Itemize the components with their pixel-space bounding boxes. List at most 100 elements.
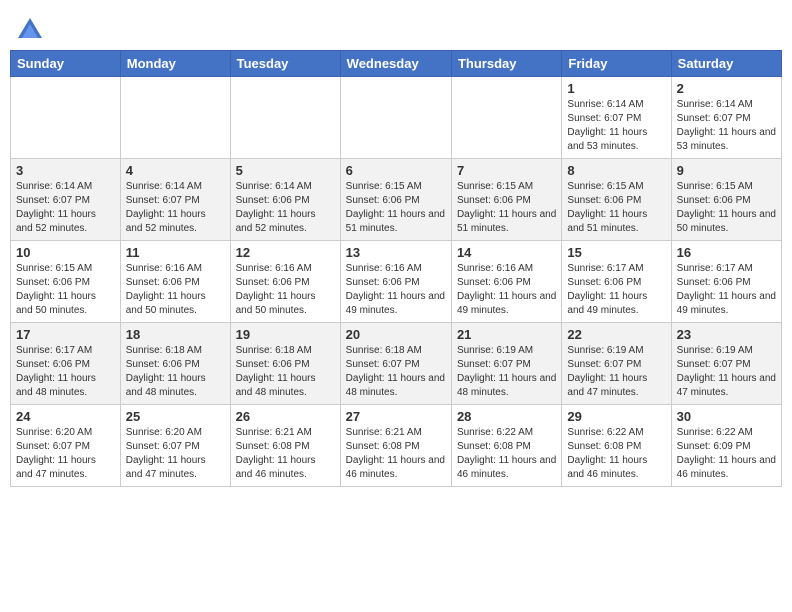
day-number: 27 [346, 409, 446, 424]
day-cell: 29 Sunrise: 6:22 AM Sunset: 6:08 PM Dayli… [562, 405, 671, 487]
day-cell: 19 Sunrise: 6:18 AM Sunset: 6:06 PM Dayli… [230, 323, 340, 405]
day-number: 29 [567, 409, 665, 424]
day-cell: 16Sunrise: 6:17 AM Sunset: 6:06 PM Dayli… [671, 241, 781, 323]
weekday-header-sunday: Sunday [11, 51, 121, 77]
day-cell: 26 Sunrise: 6:21 AM Sunset: 6:08 PM Dayli… [230, 405, 340, 487]
day-number: 1 [567, 81, 665, 96]
day-cell: 27 Sunrise: 6:21 AM Sunset: 6:08 PM Dayli… [340, 405, 451, 487]
day-info: Sunrise: 6:20 AM Sunset: 6:07 PM Dayligh… [126, 426, 225, 482]
day-info: Sunrise: 6:18 AM Sunset: 6:06 PM Dayligh… [236, 344, 335, 400]
day-number: 20 [346, 327, 446, 342]
week-row-3: 10 Sunrise: 6:15 AM Sunset: 6:06 PM Dayli… [11, 241, 782, 323]
day-info: Sunrise: 6:22 AM Sunset: 6:08 PM Dayligh… [457, 426, 556, 482]
day-info: Sunrise: 6:14 AM Sunset: 6:07 PM Dayligh… [126, 180, 225, 236]
day-number: 30 [677, 409, 776, 424]
day-cell: 1 Sunrise: 6:14 AM Sunset: 6:07 PM Daylig… [562, 77, 671, 159]
day-number: 21 [457, 327, 556, 342]
day-cell: 13 Sunrise: 6:16 AM Sunset: 6:06 PM Dayli… [340, 241, 451, 323]
week-row-4: 17 Sunrise: 6:17 AM Sunset: 6:06 PM Dayli… [11, 323, 782, 405]
weekday-header-friday: Friday [562, 51, 671, 77]
day-info: Sunrise: 6:21 AM Sunset: 6:08 PM Dayligh… [236, 426, 335, 482]
day-cell [11, 77, 121, 159]
day-cell: 15 Sunrise: 6:17 AM Sunset: 6:06 PM Dayli… [562, 241, 671, 323]
weekday-header-saturday: Saturday [671, 51, 781, 77]
day-number: 10 [16, 245, 115, 260]
day-number: 15 [567, 245, 665, 260]
day-info: Sunrise: 6:16 AM Sunset: 6:06 PM Dayligh… [126, 262, 225, 318]
day-info: Sunrise: 6:15 AM Sunset: 6:06 PM Dayligh… [16, 262, 115, 318]
day-info: Sunrise: 6:21 AM Sunset: 6:08 PM Dayligh… [346, 426, 446, 482]
day-info: Sunrise: 6:16 AM Sunset: 6:06 PM Dayligh… [346, 262, 446, 318]
day-number: 3 [16, 163, 115, 178]
day-info: Sunrise: 6:16 AM Sunset: 6:06 PM Dayligh… [457, 262, 556, 318]
day-cell: 28 Sunrise: 6:22 AM Sunset: 6:08 PM Dayli… [451, 405, 561, 487]
logo-icon [16, 14, 44, 42]
day-info: Sunrise: 6:14 AM Sunset: 6:07 PM Dayligh… [16, 180, 115, 236]
day-cell: 8Sunrise: 6:15 AM Sunset: 6:06 PM Daylig… [562, 159, 671, 241]
day-number: 13 [346, 245, 446, 260]
day-info: Sunrise: 6:19 AM Sunset: 6:07 PM Dayligh… [457, 344, 556, 400]
day-info: Sunrise: 6:14 AM Sunset: 6:07 PM Dayligh… [677, 98, 776, 154]
day-info: Sunrise: 6:22 AM Sunset: 6:08 PM Dayligh… [567, 426, 665, 482]
day-cell: 22 Sunrise: 6:19 AM Sunset: 6:07 PM Dayli… [562, 323, 671, 405]
day-cell: 9 Sunrise: 6:15 AM Sunset: 6:06 PM Daylig… [671, 159, 781, 241]
day-cell: 25 Sunrise: 6:20 AM Sunset: 6:07 PM Dayli… [120, 405, 230, 487]
day-number: 2 [677, 81, 776, 96]
day-cell [451, 77, 561, 159]
day-cell: 6Sunrise: 6:15 AM Sunset: 6:06 PM Daylig… [340, 159, 451, 241]
day-cell: 5 Sunrise: 6:14 AM Sunset: 6:06 PM Daylig… [230, 159, 340, 241]
day-cell [340, 77, 451, 159]
day-info: Sunrise: 6:18 AM Sunset: 6:07 PM Dayligh… [346, 344, 446, 400]
weekday-header-row: SundayMondayTuesdayWednesdayThursdayFrid… [11, 51, 782, 77]
day-cell: 4 Sunrise: 6:14 AM Sunset: 6:07 PM Daylig… [120, 159, 230, 241]
day-number: 19 [236, 327, 335, 342]
weekday-header-thursday: Thursday [451, 51, 561, 77]
day-info: Sunrise: 6:17 AM Sunset: 6:06 PM Dayligh… [567, 262, 665, 318]
day-cell: 14Sunrise: 6:16 AM Sunset: 6:06 PM Dayli… [451, 241, 561, 323]
page-header [10, 10, 782, 42]
weekday-header-wednesday: Wednesday [340, 51, 451, 77]
day-info: Sunrise: 6:15 AM Sunset: 6:06 PM Dayligh… [677, 180, 776, 236]
day-info: Sunrise: 6:16 AM Sunset: 6:06 PM Dayligh… [236, 262, 335, 318]
calendar-table: SundayMondayTuesdayWednesdayThursdayFrid… [10, 50, 782, 487]
logo [14, 14, 44, 42]
day-cell [120, 77, 230, 159]
day-number: 17 [16, 327, 115, 342]
day-info: Sunrise: 6:17 AM Sunset: 6:06 PM Dayligh… [16, 344, 115, 400]
day-cell: 7 Sunrise: 6:15 AM Sunset: 6:06 PM Daylig… [451, 159, 561, 241]
day-number: 18 [126, 327, 225, 342]
day-info: Sunrise: 6:14 AM Sunset: 6:06 PM Dayligh… [236, 180, 335, 236]
weekday-header-tuesday: Tuesday [230, 51, 340, 77]
day-number: 25 [126, 409, 225, 424]
day-info: Sunrise: 6:19 AM Sunset: 6:07 PM Dayligh… [677, 344, 776, 400]
day-info: Sunrise: 6:15 AM Sunset: 6:06 PM Dayligh… [457, 180, 556, 236]
day-info: Sunrise: 6:17 AM Sunset: 6:06 PM Dayligh… [677, 262, 776, 318]
day-cell: 24Sunrise: 6:20 AM Sunset: 6:07 PM Dayli… [11, 405, 121, 487]
day-cell: 2 Sunrise: 6:14 AM Sunset: 6:07 PM Daylig… [671, 77, 781, 159]
day-number: 5 [236, 163, 335, 178]
day-number: 26 [236, 409, 335, 424]
day-cell: 20 Sunrise: 6:18 AM Sunset: 6:07 PM Dayli… [340, 323, 451, 405]
day-cell: 10 Sunrise: 6:15 AM Sunset: 6:06 PM Dayli… [11, 241, 121, 323]
day-number: 9 [677, 163, 776, 178]
day-info: Sunrise: 6:20 AM Sunset: 6:07 PM Dayligh… [16, 426, 115, 482]
week-row-1: 1 Sunrise: 6:14 AM Sunset: 6:07 PM Daylig… [11, 77, 782, 159]
day-cell: 17 Sunrise: 6:17 AM Sunset: 6:06 PM Dayli… [11, 323, 121, 405]
day-info: Sunrise: 6:22 AM Sunset: 6:09 PM Dayligh… [677, 426, 776, 482]
day-number: 12 [236, 245, 335, 260]
day-number: 22 [567, 327, 665, 342]
day-number: 4 [126, 163, 225, 178]
day-number: 28 [457, 409, 556, 424]
day-cell: 30 Sunrise: 6:22 AM Sunset: 6:09 PM Dayli… [671, 405, 781, 487]
day-info: Sunrise: 6:19 AM Sunset: 6:07 PM Dayligh… [567, 344, 665, 400]
day-number: 11 [126, 245, 225, 260]
day-cell: 23Sunrise: 6:19 AM Sunset: 6:07 PM Dayli… [671, 323, 781, 405]
day-cell: 3 Sunrise: 6:14 AM Sunset: 6:07 PM Daylig… [11, 159, 121, 241]
day-info: Sunrise: 6:15 AM Sunset: 6:06 PM Dayligh… [567, 180, 665, 236]
day-number: 7 [457, 163, 556, 178]
day-info: Sunrise: 6:14 AM Sunset: 6:07 PM Dayligh… [567, 98, 665, 154]
day-info: Sunrise: 6:15 AM Sunset: 6:06 PM Dayligh… [346, 180, 446, 236]
day-cell: 12 Sunrise: 6:16 AM Sunset: 6:06 PM Dayli… [230, 241, 340, 323]
week-row-2: 3 Sunrise: 6:14 AM Sunset: 6:07 PM Daylig… [11, 159, 782, 241]
week-row-5: 24Sunrise: 6:20 AM Sunset: 6:07 PM Dayli… [11, 405, 782, 487]
